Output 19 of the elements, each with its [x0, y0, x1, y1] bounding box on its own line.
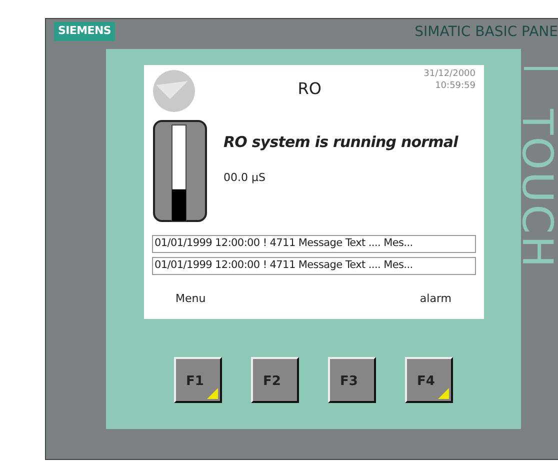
- screen-title: RO: [298, 78, 322, 100]
- time-text: 10:59:59: [434, 80, 476, 92]
- date-text: 31/12/2000: [424, 69, 476, 81]
- side-label: TOUCH: [516, 109, 558, 270]
- softkey-label: Menu: [176, 290, 206, 306]
- corner-triangle-icon: [207, 388, 218, 399]
- circle-logo-icon: [152, 69, 196, 113]
- brand-logo: SIEMENS: [54, 22, 116, 40]
- alarm-message[interactable]: 01/01/1999 12:00:00 ! 4711 Message Text .... Mes...: [152, 256, 476, 274]
- conductivity-reading: 00.0 µS: [224, 170, 266, 186]
- corner-triangle-icon: [438, 388, 449, 399]
- status-message: RO system is running normal: [224, 132, 458, 153]
- function-key[interactable]: F3: [328, 357, 376, 403]
- function-key[interactable]: F4: [405, 357, 453, 403]
- function-key[interactable]: F1: [174, 357, 222, 403]
- softkey-label: alarm: [420, 290, 452, 306]
- model-label: SIMATIC BASIC PANE: [414, 23, 558, 42]
- alarm-message[interactable]: 01/01/1999 12:00:00 ! 4711 Message Text .... Mes...: [152, 235, 476, 253]
- function-key[interactable]: F2: [251, 357, 299, 403]
